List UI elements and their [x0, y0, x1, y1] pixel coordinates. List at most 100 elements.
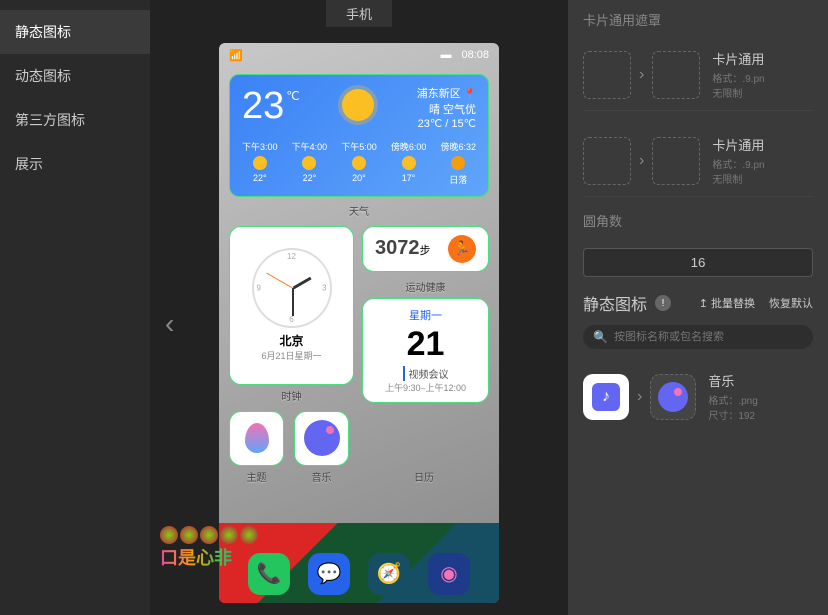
weather-location: 浦东新区: [417, 85, 476, 101]
forecast-time: 下午4:00: [292, 140, 328, 153]
sidebar-item-third-party[interactable]: 第三方图标: [0, 98, 150, 142]
mask-target-slot[interactable]: [652, 137, 700, 185]
mask-row[interactable]: › 卡片通用 格式：.9.pn 无限制: [583, 125, 813, 197]
arrow-right-icon: ›: [639, 152, 644, 170]
clock-city: 北京: [279, 332, 303, 349]
clock-widget[interactable]: 12 6 9 3 北京 6月21日星期一: [229, 226, 354, 385]
clock-label: 时钟: [229, 388, 354, 403]
watermark: 口是心非: [160, 526, 258, 570]
search-input[interactable]: [614, 331, 803, 343]
app-row-music[interactable]: ♪ › 音乐 格式：.png 尺寸：192: [583, 361, 813, 432]
icon-search[interactable]: 🔍: [583, 325, 813, 349]
music-disc-icon: [658, 382, 688, 412]
chevron-left-icon[interactable]: ‹: [165, 308, 174, 340]
right-panel: 卡片通用遮罩 › 卡片通用 格式：.9.pn 无限制 › 卡片通用 格式：.9.…: [568, 0, 828, 615]
dock-camera-icon[interactable]: ◉: [428, 553, 470, 595]
steps-count: 3072: [375, 237, 420, 259]
mask-item-limit: 无限制: [712, 85, 764, 100]
masks-section-title: 卡片通用遮罩: [583, 10, 813, 29]
sidebar-item-display[interactable]: 展示: [0, 142, 150, 186]
watermark-dot-icon: [200, 526, 218, 544]
calendar-label: 日历: [359, 469, 489, 484]
dock-browser-icon[interactable]: 🧭: [368, 553, 410, 595]
watermark-dot-icon: [220, 526, 238, 544]
forecast-time: 下午3:00: [242, 140, 278, 153]
music-app-icon[interactable]: [294, 411, 349, 466]
forecast-temp: 22°: [242, 173, 278, 183]
sunset-icon: [451, 156, 465, 170]
mask-source-slot[interactable]: [583, 51, 631, 99]
weather-condition: 晴 空气优: [417, 101, 476, 117]
sidebar-item-dynamic-icons[interactable]: 动态图标: [0, 54, 150, 98]
info-icon[interactable]: !: [655, 295, 671, 311]
steps-label: 运动健康: [362, 279, 489, 294]
music-label: 音乐: [294, 469, 349, 484]
forecast-temp: 22°: [292, 173, 328, 183]
icons-section-title: 静态图标: [583, 291, 647, 315]
arrow-right-icon: ›: [637, 388, 642, 406]
calendar-dow: 星期一: [409, 307, 442, 323]
dock: 📞 💬 🧭 ◉: [219, 553, 499, 595]
mask-item-limit: 无限制: [712, 171, 764, 186]
weather-widget[interactable]: 23 ℃ 浦东新区 晴 空气优 23℃ / 15℃ 下午3:00 22° 下午4:…: [229, 74, 489, 197]
balloon-icon: [245, 423, 269, 453]
runner-icon: 🏃: [448, 235, 476, 263]
radius-label: 圆角数: [583, 211, 813, 230]
calendar-event: 视频会议: [403, 366, 449, 381]
arrow-right-icon: ›: [639, 66, 644, 84]
theme-app-icon[interactable]: [229, 411, 284, 466]
device-tab-phone[interactable]: 手机: [326, 0, 392, 27]
sun-icon: [342, 89, 374, 121]
sun-icon: [352, 156, 366, 170]
clock-face-icon: 12 6 9 3: [252, 248, 332, 328]
forecast-time: 下午5:00: [341, 140, 377, 153]
calendar-widget[interactable]: 星期一 21 视频会议 上午9:30–上午12:00: [362, 298, 489, 403]
weather-degree: ℃: [286, 89, 299, 128]
calendar-day: 21: [407, 325, 445, 364]
watermark-dot-icon: [180, 526, 198, 544]
calendar-time: 上午9:30–上午12:00: [385, 381, 466, 394]
watermark-dot-icon: [160, 526, 178, 544]
music-note-icon: ♪: [592, 383, 620, 411]
status-bar: 📶 08:08: [219, 43, 499, 68]
forecast-temp: 17°: [391, 173, 427, 183]
mask-item-title: 卡片通用: [712, 49, 764, 68]
search-icon: 🔍: [593, 330, 608, 344]
dock-message-icon[interactable]: 💬: [308, 553, 350, 595]
mask-row[interactable]: › 卡片通用 格式：.9.pn 无限制: [583, 39, 813, 111]
app-target-icon[interactable]: [650, 374, 696, 420]
battery-icon: [440, 49, 455, 61]
sun-icon: [302, 156, 316, 170]
weather-hilo: 23℃ / 15℃: [417, 117, 476, 130]
mask-item-title: 卡片通用: [712, 135, 764, 154]
radius-input[interactable]: [583, 248, 813, 277]
app-format: 格式：.png: [708, 392, 757, 407]
preview-area: 手机 ‹ 📶 08:08 23 ℃ 浦东新区 晴 空气优 23℃ / 15℃: [150, 0, 568, 615]
phone-preview: 📶 08:08 23 ℃ 浦东新区 晴 空气优 23℃ / 15℃: [219, 43, 499, 603]
forecast-temp: 20°: [341, 173, 377, 183]
batch-replace-button[interactable]: ↥ 批量替换: [699, 295, 755, 311]
left-sidebar: 静态图标 动态图标 第三方图标 展示: [0, 0, 150, 615]
status-time: 08:08: [461, 49, 489, 61]
watermark-text: 口是心非: [160, 544, 258, 570]
sun-icon: [402, 156, 416, 170]
sun-icon: [253, 156, 267, 170]
mask-target-slot[interactable]: [652, 51, 700, 99]
steps-widget[interactable]: 3072步 🏃: [362, 226, 489, 272]
forecast-time: 傍晚6:32: [440, 140, 476, 153]
sidebar-item-static-icons[interactable]: 静态图标: [0, 10, 150, 54]
mask-item-format: 格式：.9.pn: [712, 70, 764, 85]
mask-source-slot[interactable]: [583, 137, 631, 185]
restore-default-button[interactable]: 恢复默认: [769, 295, 813, 311]
weather-temp: 23: [242, 85, 284, 128]
signal-icon: 📶: [229, 49, 243, 62]
forecast-row: 下午3:0022° 下午4:0022° 下午5:0020° 傍晚6:0017° …: [242, 140, 476, 186]
forecast-time: 傍晚6:00: [391, 140, 427, 153]
music-disc-icon: [304, 420, 340, 456]
app-name: 音乐: [708, 371, 757, 390]
app-source-icon[interactable]: ♪: [583, 374, 629, 420]
weather-label: 天气: [219, 203, 499, 218]
upload-icon: ↥: [699, 298, 708, 310]
mask-item-format: 格式：.9.pn: [712, 156, 764, 171]
steps-unit: 步: [420, 245, 431, 257]
